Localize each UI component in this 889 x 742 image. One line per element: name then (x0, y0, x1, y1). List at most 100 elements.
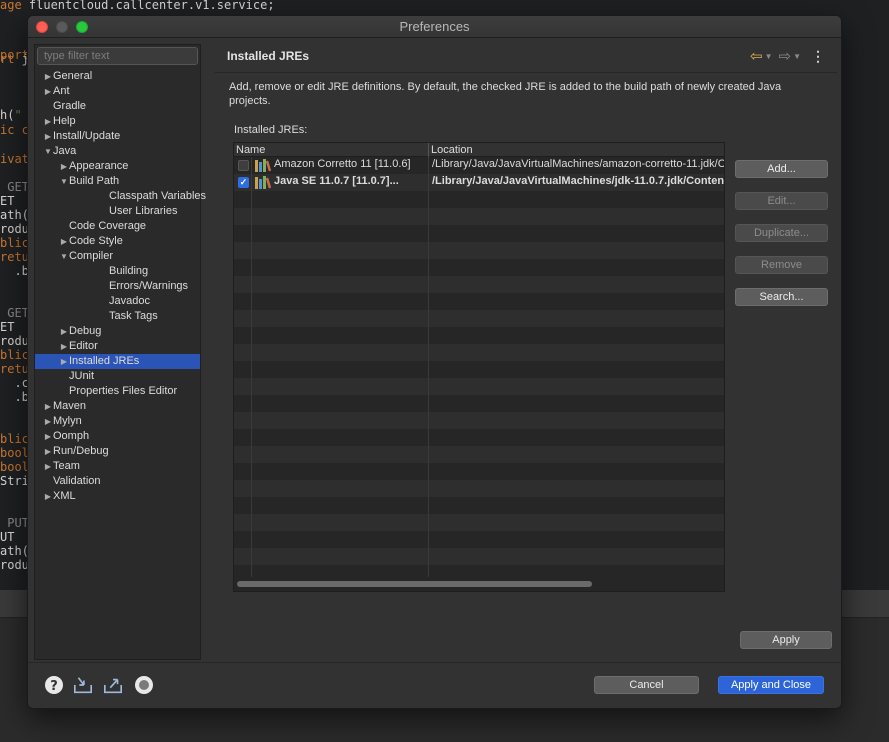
collapsed-arrow-icon[interactable]: ▶ (43, 114, 53, 129)
table-row[interactable]: Amazon Corretto 11 [11.0.6] /Library/Java… (234, 157, 724, 174)
collapsed-arrow-icon[interactable]: ▶ (43, 444, 53, 459)
background-code-line: blic (0, 236, 29, 250)
tree-item-label: Oomph (53, 430, 90, 442)
background-code-line: .b (0, 264, 29, 278)
apply-and-close-button[interactable]: Apply and Close (718, 676, 824, 694)
horizontal-scrollbar[interactable] (235, 579, 721, 589)
collapsed-arrow-icon[interactable]: ▶ (43, 84, 53, 99)
collapsed-arrow-icon[interactable]: ▶ (59, 354, 69, 369)
tree-item-validation[interactable]: Validation (35, 474, 200, 489)
empty-table-row (234, 259, 724, 276)
collapsed-arrow-icon[interactable]: ▶ (43, 429, 53, 444)
back-history-chevron-icon[interactable]: ▼ (765, 52, 773, 61)
background-code-line: UT (0, 530, 15, 544)
tree-item-xml[interactable]: ▶ XML (35, 489, 200, 504)
import-preferences-icon[interactable] (73, 675, 93, 695)
expanded-arrow-icon[interactable]: ▼ (43, 144, 53, 159)
cancel-button[interactable]: Cancel (594, 676, 699, 694)
tree-item-user-libraries[interactable]: User Libraries (35, 204, 200, 219)
tree-item-compiler[interactable]: ▼ Compiler (35, 249, 200, 264)
table-body: Amazon Corretto 11 [11.0.6] /Library/Java… (234, 157, 724, 565)
jre-table[interactable]: Name Location Amazon Corretto 11 [11.0.6… (233, 142, 725, 592)
column-divider[interactable] (428, 143, 429, 157)
apply-button[interactable]: Apply (740, 631, 832, 649)
remove-button[interactable]: Remove (735, 256, 828, 274)
expanded-arrow-icon[interactable]: ▼ (59, 174, 69, 189)
tree-item-label: Run/Debug (53, 445, 109, 457)
background-code-line: ET (0, 194, 15, 208)
tree-item-maven[interactable]: ▶ Maven (35, 399, 200, 414)
tree-item-label: Debug (69, 325, 102, 337)
filter-input[interactable] (37, 47, 198, 65)
view-menu-icon[interactable]: ⋮ (811, 48, 825, 65)
tree-item-gradle[interactable]: Gradle (35, 99, 200, 114)
collapsed-arrow-icon[interactable]: ▶ (43, 489, 53, 504)
tree-item-label: XML (53, 490, 76, 502)
edit-button[interactable]: Edit... (735, 192, 828, 210)
scrollbar-thumb[interactable] (237, 581, 592, 587)
empty-table-row (234, 514, 724, 531)
tree-item-install-update[interactable]: ▶ Install/Update (35, 129, 200, 144)
tree-item-junit[interactable]: JUnit (35, 369, 200, 384)
table-row[interactable]: ✓ Java SE 11.0.7 [11.0.7]... /Library/Java… (234, 174, 724, 191)
tree-item-team[interactable]: ▶ Team (35, 459, 200, 474)
tree-item-classpath-variables[interactable]: Classpath Variables (35, 189, 206, 204)
export-preferences-icon[interactable] (103, 675, 123, 695)
tree-item-appearance[interactable]: ▶ Appearance (35, 159, 200, 174)
tree-item-building[interactable]: Building (35, 264, 200, 279)
jre-checkbox[interactable]: ✓ (238, 177, 249, 188)
forward-arrow-icon[interactable]: ⇨ (779, 47, 792, 65)
forward-history-chevron-icon[interactable]: ▼ (793, 52, 801, 61)
expanded-arrow-icon[interactable]: ▼ (59, 249, 69, 264)
tree-item-label: Code Coverage (69, 220, 147, 232)
background-code-line: ivat (0, 152, 29, 166)
tree-item-installed-jres[interactable]: ▶ Installed JREs (35, 354, 200, 369)
tree-item-label: Editor (69, 340, 98, 352)
empty-table-row (234, 344, 724, 361)
tree-item-javadoc[interactable]: Javadoc (35, 294, 200, 309)
tree-item-run-debug[interactable]: ▶ Run/Debug (35, 444, 200, 459)
name-column-divider (428, 157, 429, 577)
empty-table-row (234, 310, 724, 327)
tree-item-editor[interactable]: ▶ Editor (35, 339, 200, 354)
collapsed-arrow-icon[interactable]: ▶ (59, 339, 69, 354)
tree-item-errors-warnings[interactable]: Errors/Warnings (35, 279, 200, 294)
preferences-dialog: Preferences ▶General▶AntGradle▶Help▶Inst… (27, 15, 842, 709)
tree-item-mylyn[interactable]: ▶ Mylyn (35, 414, 200, 429)
jre-library-icon (255, 176, 271, 189)
collapsed-arrow-icon[interactable]: ▶ (43, 414, 53, 429)
collapsed-arrow-icon[interactable]: ▶ (43, 129, 53, 144)
oomph-record-icon[interactable] (134, 675, 154, 695)
empty-table-row (234, 361, 724, 378)
tree-item-ant[interactable]: ▶ Ant (35, 84, 200, 99)
column-header-location[interactable]: Location (431, 143, 473, 157)
collapsed-arrow-icon[interactable]: ▶ (59, 324, 69, 339)
tree-item-oomph[interactable]: ▶ Oomph (35, 429, 200, 444)
tree-item-help[interactable]: ▶ Help (35, 114, 200, 129)
tree-item-general[interactable]: ▶ General (35, 69, 200, 84)
tree-item-code-style[interactable]: ▶ Code Style (35, 234, 200, 249)
collapsed-arrow-icon[interactable]: ▶ (59, 234, 69, 249)
duplicate-button[interactable]: Duplicate... (735, 224, 828, 242)
help-icon[interactable]: ? (44, 675, 64, 695)
add-button[interactable]: Add... (735, 160, 828, 178)
collapsed-arrow-icon[interactable]: ▶ (59, 159, 69, 174)
search-button[interactable]: Search... (735, 288, 828, 306)
tree-item-properties-files-editor[interactable]: Properties Files Editor (35, 384, 200, 399)
tree-item-code-coverage[interactable]: Code Coverage (35, 219, 200, 234)
collapsed-arrow-icon[interactable]: ▶ (43, 399, 53, 414)
tree-item-label: Mylyn (53, 415, 82, 427)
tree-item-build-path[interactable]: ▼ Build Path (35, 174, 200, 189)
tree-item-debug[interactable]: ▶ Debug (35, 324, 200, 339)
jre-checkbox[interactable] (238, 160, 249, 171)
background-code-line: .c (0, 376, 29, 390)
column-header-name[interactable]: Name (236, 143, 265, 157)
collapsed-arrow-icon[interactable]: ▶ (43, 459, 53, 474)
background-code-line: bool (0, 460, 29, 474)
tree-item-task-tags[interactable]: Task Tags (35, 309, 200, 324)
tree-item-label: Installed JREs (69, 355, 140, 367)
tree-item-java[interactable]: ▼ Java (35, 144, 200, 159)
title-bar: Preferences (28, 16, 841, 38)
collapsed-arrow-icon[interactable]: ▶ (43, 69, 53, 84)
back-arrow-icon[interactable]: ⇦ (750, 47, 763, 65)
